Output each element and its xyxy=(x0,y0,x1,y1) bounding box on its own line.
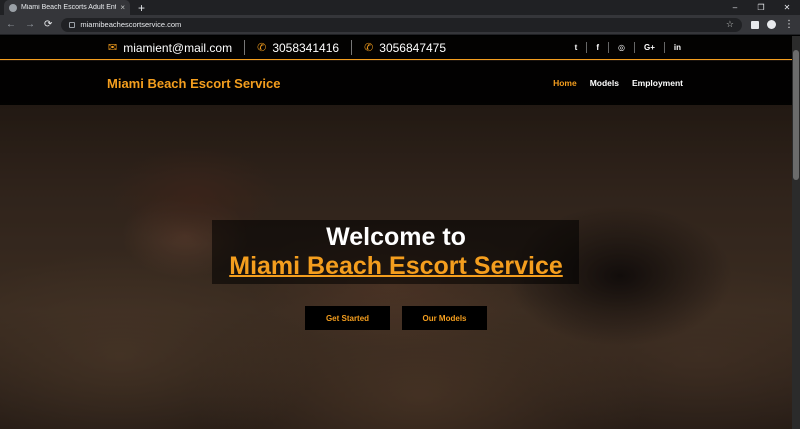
divider xyxy=(244,40,246,55)
contact-bar: ✉ miamient@mail.com ✆ 3058341416 ✆ 30568… xyxy=(0,36,800,60)
menu-icon[interactable]: ⋮ xyxy=(784,19,794,30)
get-started-button[interactable]: Get Started xyxy=(305,306,390,330)
site-brand[interactable]: Miami Beach Escort Service xyxy=(107,76,280,91)
reload-icon[interactable]: ⟳ xyxy=(44,19,52,30)
instagram-icon[interactable]: ◎ xyxy=(608,42,634,53)
toolbar-actions: ⋮ xyxy=(751,19,794,30)
restore-button[interactable]: ❐ xyxy=(748,0,774,15)
browser-tab-strip: Miami Beach Escorts Adult Entert × + – ❐… xyxy=(0,0,800,15)
google-plus-icon[interactable]: G+ xyxy=(633,42,664,53)
hero-welcome-heading: Welcome to xyxy=(326,223,466,251)
browser-tab[interactable]: Miami Beach Escorts Adult Entert × xyxy=(4,0,130,15)
globe-icon xyxy=(9,3,17,12)
social-links: t f ◎ G+ in xyxy=(566,42,690,53)
tab-close-icon[interactable]: × xyxy=(120,3,125,12)
star-icon[interactable]: ☆ xyxy=(726,19,734,30)
linkedin-icon[interactable]: in xyxy=(663,42,690,53)
nav-item-home[interactable]: Home xyxy=(553,78,577,88)
phone-contact-1[interactable]: ✆ 3058341416 xyxy=(257,41,339,55)
email-contact[interactable]: ✉ miamient@mail.com xyxy=(108,41,232,55)
facebook-icon[interactable]: f xyxy=(586,42,608,53)
phone-icon: ✆ xyxy=(364,42,374,54)
extension-icon[interactable] xyxy=(751,20,759,29)
forward-icon[interactable]: → xyxy=(25,19,35,30)
minimize-button[interactable]: – xyxy=(722,0,748,15)
profile-icon[interactable] xyxy=(767,20,776,29)
nav-menu: Home Models Employment xyxy=(553,78,683,88)
web-page: ✉ miamient@mail.com ✆ 3058341416 ✆ 30568… xyxy=(0,36,800,429)
nav-item-employment[interactable]: Employment xyxy=(632,78,683,88)
browser-toolbar: ← → ⟳ miamibeachescortservice.com ☆ ⋮ xyxy=(0,15,800,35)
main-navigation: Miami Beach Escort Service Home Models E… xyxy=(0,61,800,105)
phone-text-1[interactable]: 3058341416 xyxy=(272,41,339,55)
nav-item-models[interactable]: Models xyxy=(590,78,619,88)
window-controls: – ❐ ✕ xyxy=(722,0,800,15)
hero-title-link[interactable]: Miami Beach Escort Service xyxy=(0,252,792,281)
address-bar[interactable]: miamibeachescortservice.com ☆ xyxy=(61,17,742,32)
back-icon[interactable]: ← xyxy=(6,19,16,30)
new-tab-button[interactable]: + xyxy=(138,2,145,14)
phone-icon: ✆ xyxy=(257,42,267,54)
lock-icon[interactable] xyxy=(69,21,76,28)
close-window-button[interactable]: ✕ xyxy=(774,0,800,15)
divider xyxy=(351,40,353,55)
envelope-icon: ✉ xyxy=(108,42,118,54)
phone-contact-2[interactable]: ✆ 3056847475 xyxy=(364,41,446,55)
phone-text-2[interactable]: 3056847475 xyxy=(379,41,446,55)
our-models-button[interactable]: Our Models xyxy=(402,306,487,330)
twitter-icon[interactable]: t xyxy=(566,42,587,53)
page-scrollbar[interactable] xyxy=(792,36,800,429)
email-text[interactable]: miamient@mail.com xyxy=(123,41,232,55)
scrollbar-thumb[interactable] xyxy=(793,50,799,180)
tab-title: Miami Beach Escorts Adult Entert xyxy=(21,4,117,11)
url-text[interactable]: miamibeachescortservice.com xyxy=(80,20,721,29)
